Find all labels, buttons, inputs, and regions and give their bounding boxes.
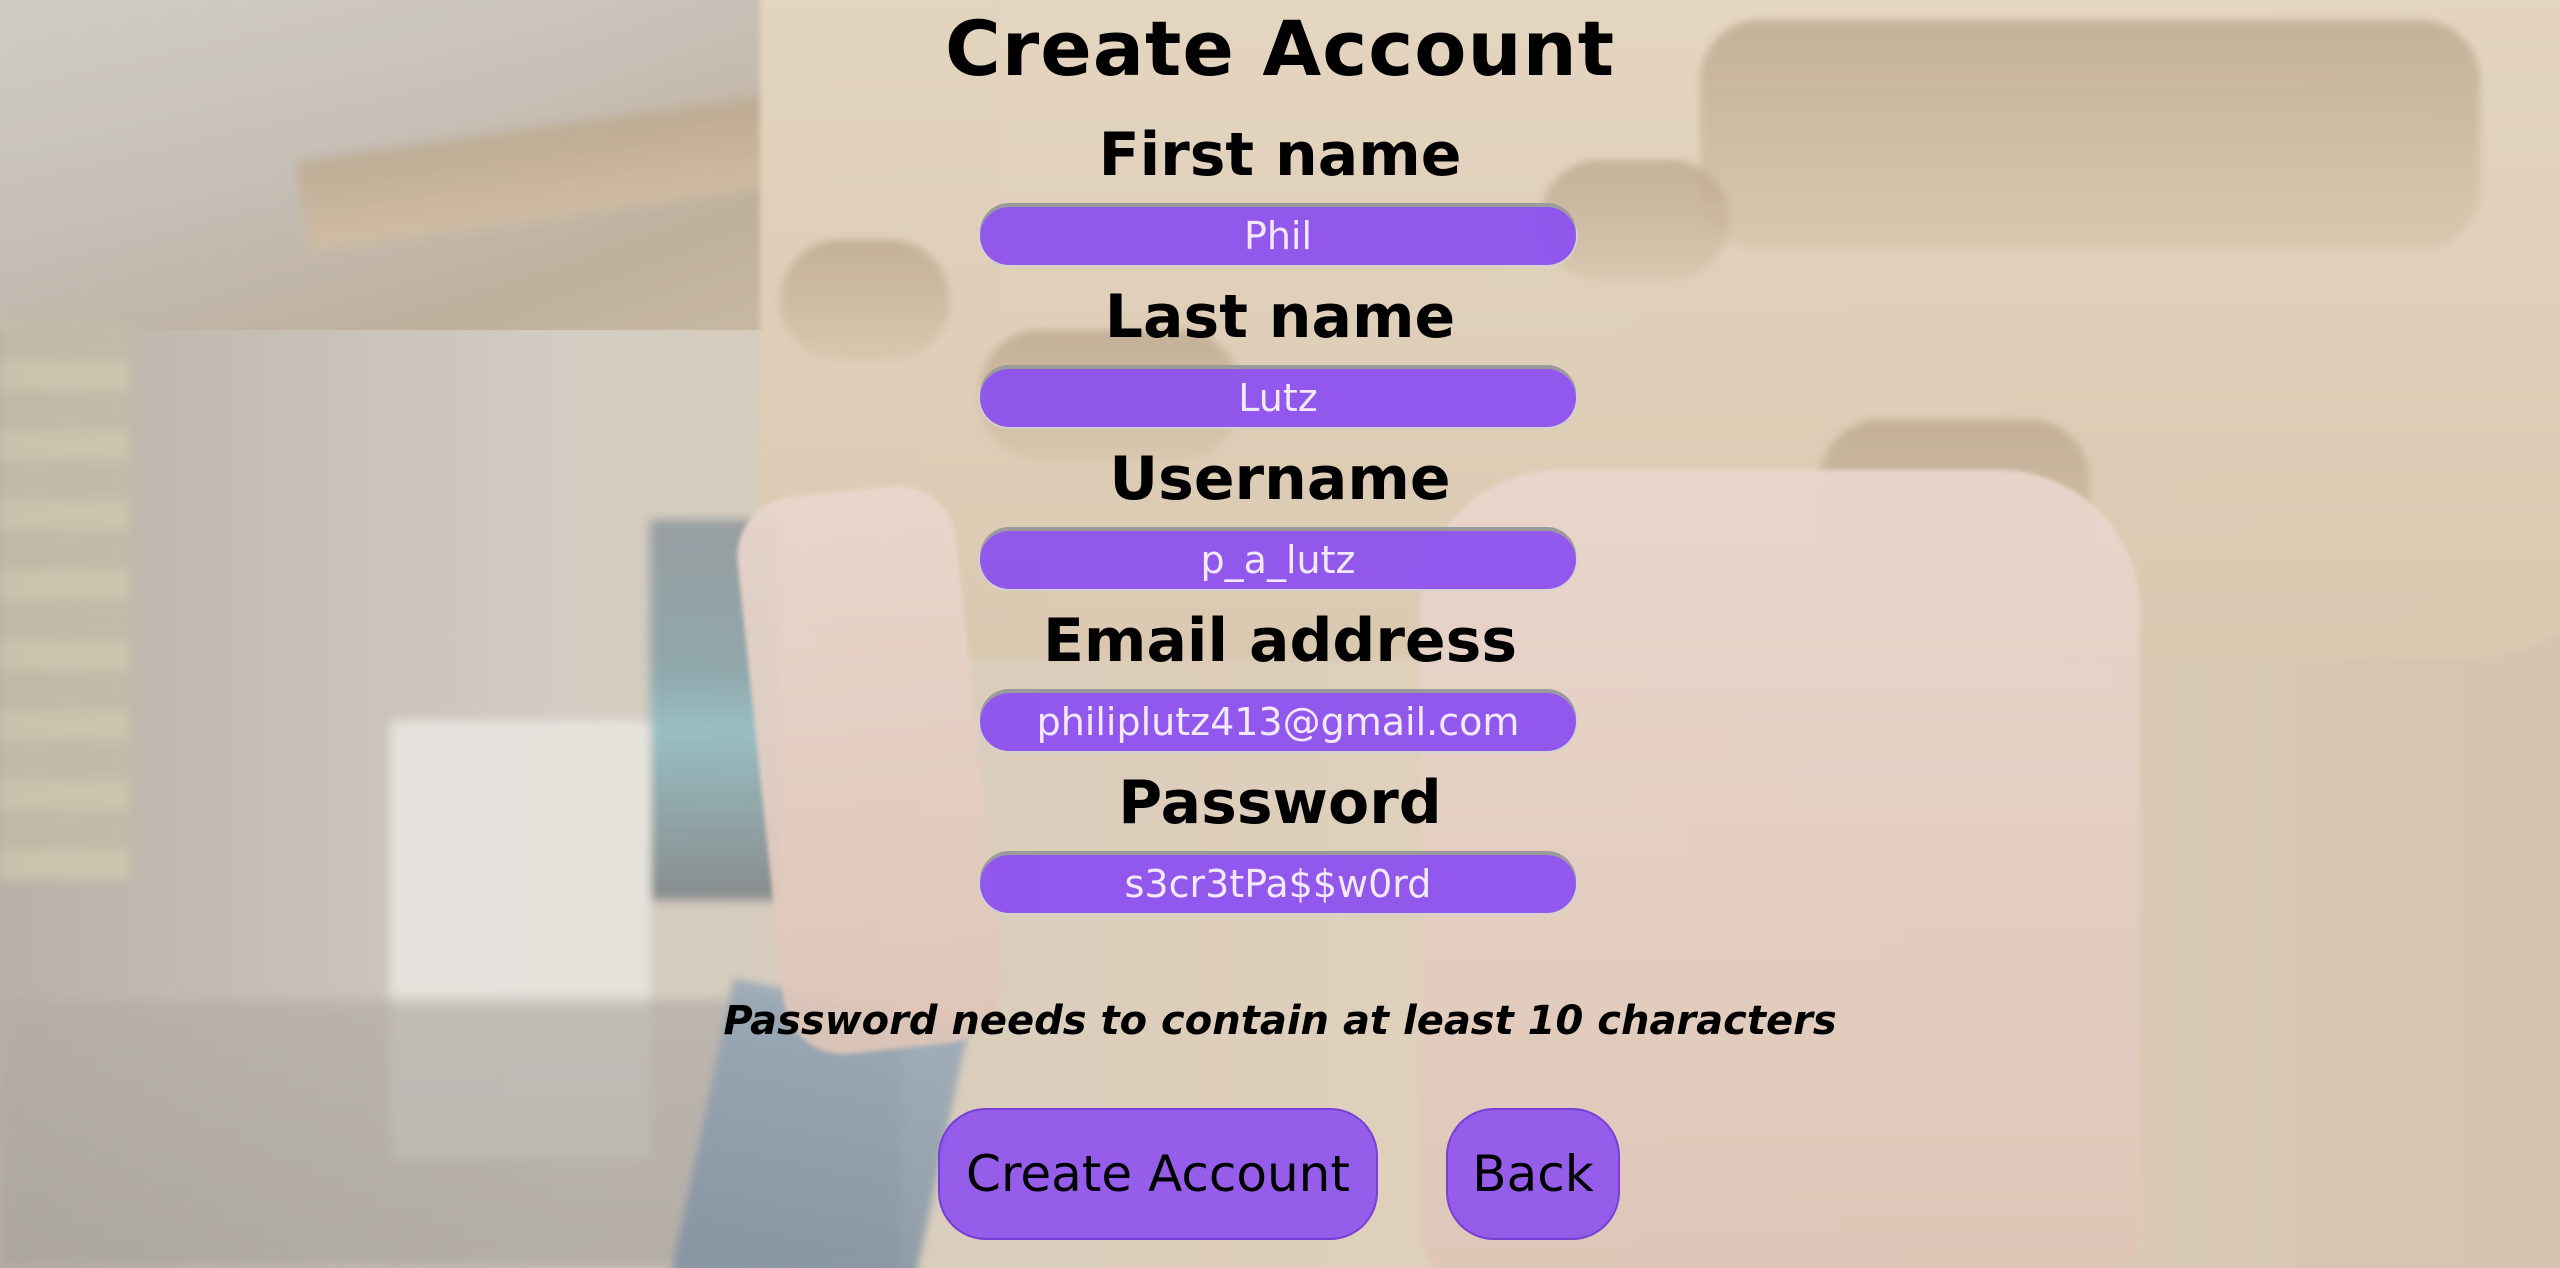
password-label: Password [1118, 768, 1442, 838]
first-name-label: First name [1098, 120, 1462, 190]
username-input[interactable] [980, 531, 1576, 589]
first-name-input[interactable] [980, 207, 1576, 265]
create-account-form: Create Account First name Last name User… [0, 0, 2560, 1268]
page-title: Create Account [944, 4, 1616, 93]
last-name-label: Last name [1104, 282, 1456, 352]
password-requirement-hint: Password needs to contain at least 10 ch… [723, 998, 1837, 1044]
password-input[interactable] [980, 855, 1576, 913]
email-address-label: Email address [1042, 606, 1518, 676]
email-address-input[interactable] [980, 693, 1576, 751]
create-account-button[interactable]: Create Account [938, 1108, 1378, 1240]
username-label: Username [1109, 444, 1451, 514]
last-name-input[interactable] [980, 369, 1576, 427]
back-button[interactable]: Back [1446, 1108, 1620, 1240]
